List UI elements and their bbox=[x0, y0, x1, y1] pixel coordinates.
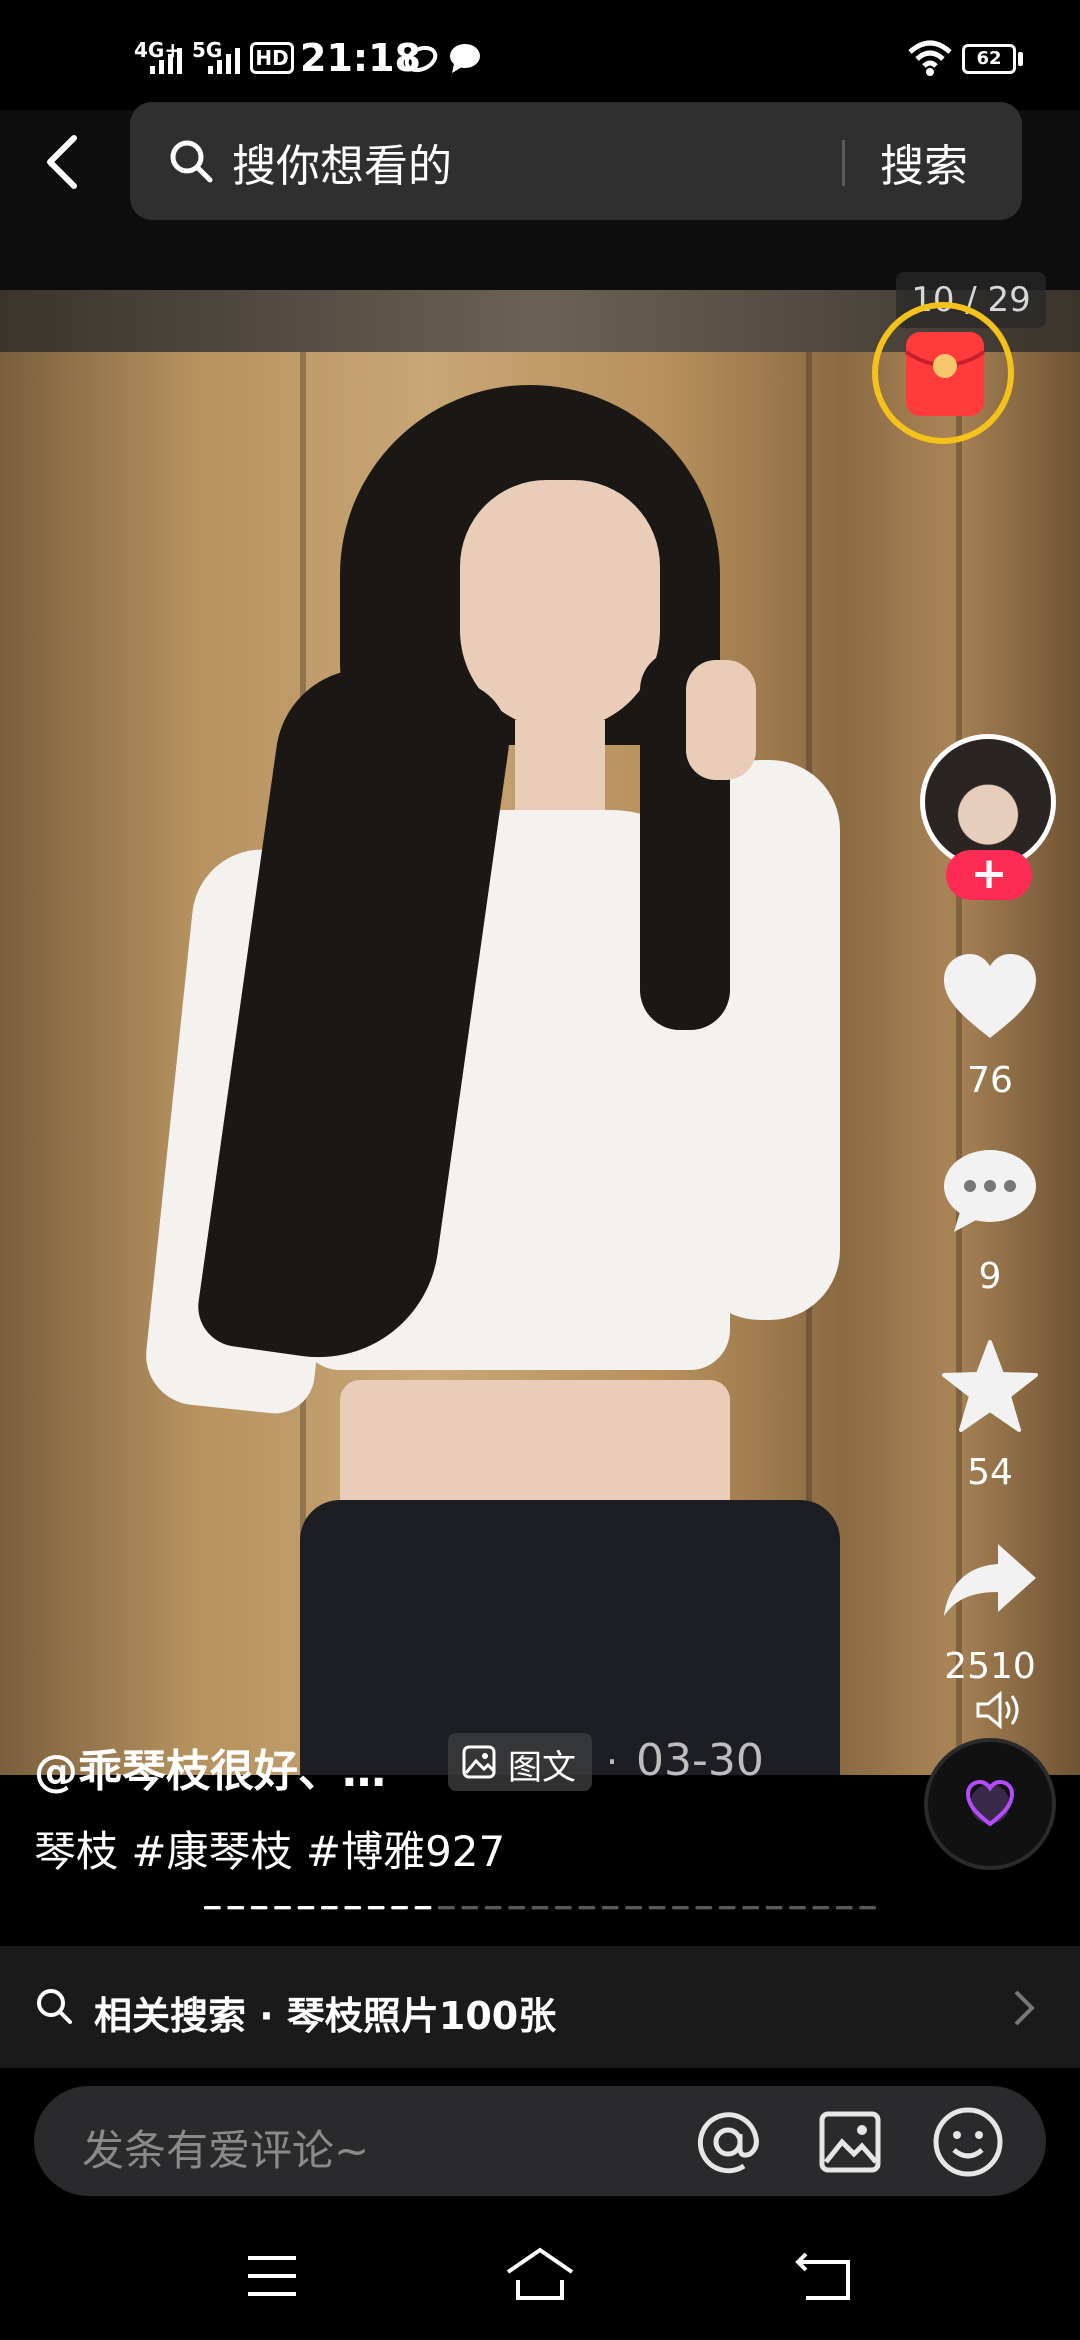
search-icon bbox=[170, 140, 213, 183]
progress-segment bbox=[742, 1906, 759, 1910]
progress-segment bbox=[625, 1906, 642, 1910]
post-type-label: 图文 bbox=[508, 1748, 576, 1788]
progress-segment bbox=[344, 1906, 362, 1910]
related-search-text[interactable]: 相关搜索 · 琴枝照片100张 bbox=[94, 1985, 556, 2040]
progress-segment bbox=[250, 1906, 268, 1910]
signal-icon bbox=[150, 48, 182, 74]
signal-icon-2 bbox=[208, 48, 240, 74]
image-picker-icon[interactable] bbox=[818, 2110, 882, 2174]
progress-segment bbox=[321, 1906, 338, 1910]
progress-segment bbox=[274, 1906, 291, 1910]
battery-tip bbox=[1018, 52, 1023, 66]
progress-segment bbox=[531, 1906, 549, 1910]
progress-segment bbox=[789, 1906, 806, 1910]
volume-icon[interactable] bbox=[974, 1690, 1022, 1730]
share-arrow-icon[interactable] bbox=[942, 1540, 1038, 1620]
back-arrow-icon[interactable] bbox=[38, 132, 88, 192]
wifi-icon bbox=[908, 40, 952, 76]
post-date: 03-30 bbox=[636, 1735, 764, 1786]
red-packet-icon[interactable] bbox=[904, 330, 986, 418]
progress-segment bbox=[835, 1906, 853, 1910]
progress-segment bbox=[204, 1906, 221, 1910]
search-placeholder[interactable]: 搜你想看的 bbox=[232, 130, 452, 194]
post-description[interactable]: 琴枝 #康琴枝 #博雅927 bbox=[34, 1818, 505, 1879]
favorite-count: 54 bbox=[967, 1452, 1013, 1493]
comment-bubble-icon[interactable] bbox=[942, 1148, 1038, 1234]
status-time: 21:18 bbox=[300, 36, 421, 80]
favorite-star-icon[interactable] bbox=[942, 1340, 1038, 1432]
progress-segment bbox=[672, 1906, 689, 1910]
progress-segment bbox=[648, 1906, 666, 1910]
follow-button[interactable]: + bbox=[946, 850, 1032, 900]
progress-segment bbox=[765, 1906, 783, 1910]
app-notification-icon bbox=[404, 45, 438, 73]
menu-icon[interactable] bbox=[244, 2254, 300, 2298]
progress-segment bbox=[297, 1906, 315, 1910]
progress-segment bbox=[695, 1906, 713, 1910]
author-username[interactable]: @乖琴枝很好、… bbox=[34, 1735, 386, 1799]
progress-segment bbox=[227, 1906, 245, 1910]
progress-segment bbox=[555, 1906, 572, 1910]
progress-segment bbox=[601, 1906, 619, 1910]
progress-segment bbox=[367, 1906, 385, 1910]
emoji-icon[interactable] bbox=[932, 2106, 1004, 2178]
progress-segment bbox=[859, 1906, 876, 1910]
progress-segment bbox=[391, 1906, 408, 1910]
music-heart-icon bbox=[966, 1780, 1014, 1826]
progress-segment bbox=[414, 1906, 432, 1910]
mention-at-icon[interactable] bbox=[694, 2108, 762, 2176]
progress-segment bbox=[812, 1906, 830, 1910]
like-heart-icon[interactable] bbox=[942, 952, 1038, 1042]
battery-indicator: 62 bbox=[962, 44, 1016, 74]
search-button[interactable]: 搜索 bbox=[880, 130, 968, 194]
progress-segment bbox=[718, 1906, 736, 1910]
message-notification-icon bbox=[450, 44, 480, 73]
progress-segment bbox=[461, 1906, 479, 1910]
home-icon[interactable] bbox=[504, 2246, 576, 2302]
progress-segment bbox=[508, 1906, 525, 1910]
progress-segment bbox=[578, 1906, 596, 1910]
search-divider bbox=[842, 140, 845, 186]
progress-segment bbox=[484, 1906, 502, 1910]
back-icon[interactable] bbox=[794, 2250, 856, 2302]
image-progress bbox=[204, 1906, 876, 1910]
share-count: 2510 bbox=[944, 1646, 1036, 1687]
progress-segment bbox=[438, 1906, 455, 1910]
chevron-right-icon[interactable] bbox=[1012, 1988, 1038, 2028]
meta-separator: · bbox=[606, 1740, 619, 1784]
image-post-icon bbox=[462, 1745, 496, 1779]
like-count: 76 bbox=[967, 1060, 1013, 1101]
hd-voice-icon: HD bbox=[250, 42, 294, 74]
related-search-icon bbox=[37, 1989, 72, 2024]
comment-placeholder[interactable]: 发条有爱评论~ bbox=[82, 2117, 369, 2178]
status-bar: 4G+ 5G HD 21:18 62 bbox=[0, 0, 1080, 110]
post-image[interactable] bbox=[0, 290, 1080, 1775]
comment-count: 9 bbox=[978, 1256, 1002, 1297]
